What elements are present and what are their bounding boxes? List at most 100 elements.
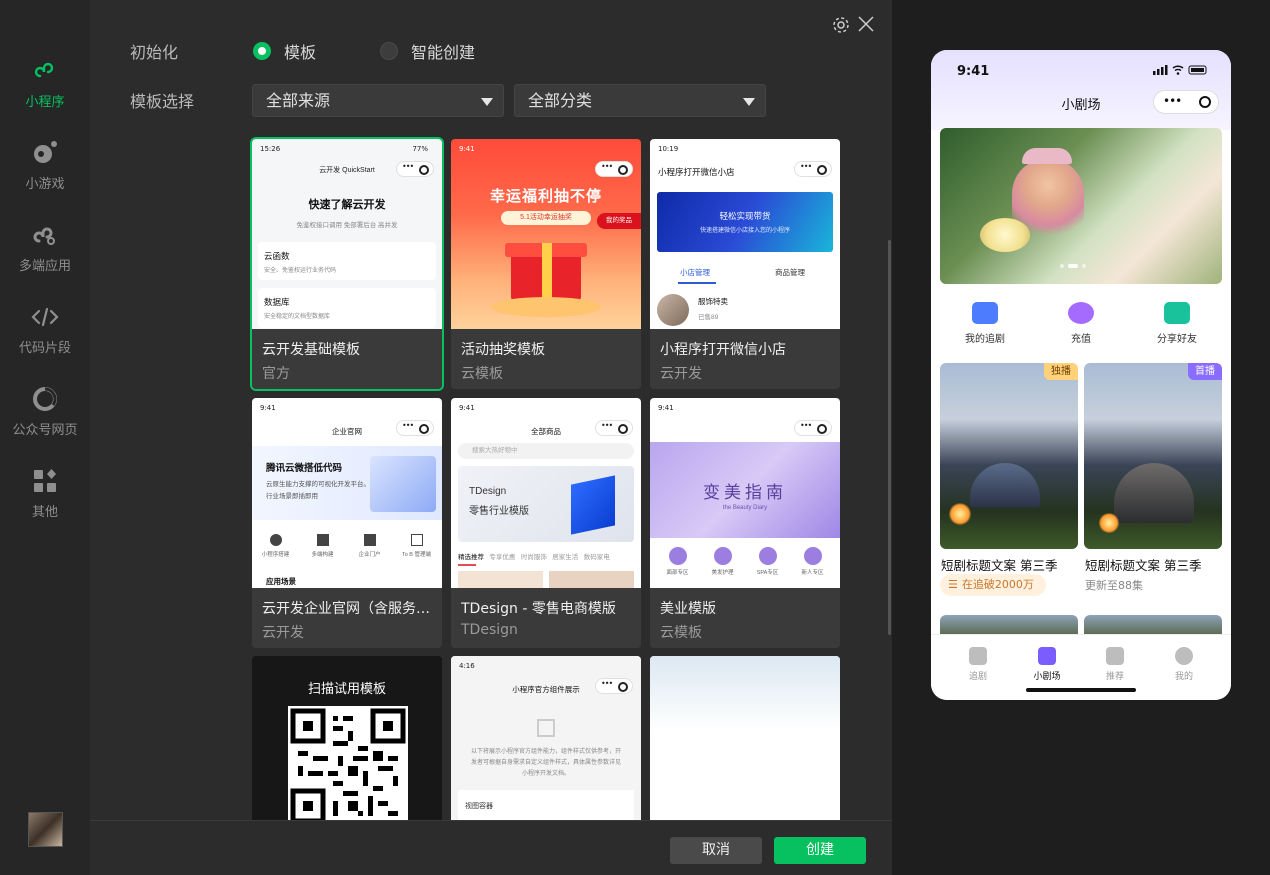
source-select[interactable]: 全部来源 [252,84,504,117]
template-card[interactable]: 9:41 企业官网 腾讯云微搭低代码 云原生能力支撑的可视化开发平台。 行业场景… [252,398,442,648]
avatar[interactable] [28,812,63,847]
radio-smart-create-label: 智能创建 [411,43,476,62]
thumb-text: 云原生能力支撑的可视化开发平台。 [266,481,370,488]
grid-icon [34,469,56,492]
thumb-text: 安全、免鉴权运行业务代码 [264,268,337,274]
quick-label: 我的追剧 [965,334,1005,345]
tab-theater[interactable]: 小剧场 [1022,647,1072,682]
template-scroll-area[interactable]: 初始化 模板 智能创建 模板选择 全部来源 全部分类 15:26 77% 云开发 … [90,40,892,820]
nav-item-miniprogram[interactable]: 小程序 [0,56,90,110]
nav-item-minigame[interactable]: 小游戏 [0,138,90,192]
thumb-text: To B 管理端 [401,552,432,558]
thumb-text: 多端构建 [311,552,334,558]
template-card[interactable]: 15:2677% 云开发 QuickStart 快速了解云开发 免鉴权接口调用 … [252,139,442,389]
template-source: 云开发 [660,366,702,382]
template-source: TDesign [461,622,518,638]
miniprogram-icon [34,62,54,78]
quick-label: 分享好友 [1157,334,1197,345]
drama-card[interactable]: 独播 [940,363,1078,549]
template-thumbnail: 15:2677% 云开发 QuickStart 快速了解云开发 免鉴权接口调用 … [252,139,442,329]
capsule-menu[interactable]: ••• [1153,90,1219,114]
thumb-text: 企业门户 [358,552,381,558]
template-thumbnail: 9:41 企业官网 腾讯云微搭低代码 云原生能力支撑的可视化开发平台。 行业场景… [252,398,442,588]
radio-template-label: 模板 [284,43,317,62]
create-button[interactable]: 创建 [774,837,866,864]
thumb-text: 快速了解云开发 [308,199,386,211]
nav-item-multiplatform[interactable]: 多端应用 [0,220,90,274]
quick-entry-share[interactable]: 分享好友 [1137,302,1217,345]
template-select-label: 模板选择 [130,92,195,111]
template-source: 云开发 [262,625,304,641]
close-icon[interactable] [856,14,876,34]
thumb-text: 商品管理 [775,268,805,277]
template-title: 美业模版 [660,601,716,617]
smile-icon [1175,647,1193,665]
thumb-text: 应用场景 [266,577,296,586]
thumb-text: 小程序打开微信小店 [658,167,735,177]
source-select-value: 全部来源 [266,91,331,110]
status-icons [1153,65,1207,75]
template-card[interactable]: 4:16 小程序官方组件展示 以下将展示小程序官方组件能力，组件样式仅供参考，开… [451,656,641,820]
list-icon: ☰ [948,578,958,591]
template-card[interactable]: 10:19 小程序打开微信小店 轻松实现带货 快速搭建微信小店接入您的小程序 小… [650,139,840,389]
tab-follow[interactable]: 追剧 [953,647,1003,682]
thumb-text: 快速搭建微信小店接入您的小程序 [699,228,790,234]
thumb-text: 已售89 [698,314,719,321]
tab-label: 我的 [1174,672,1193,682]
share-icon [1164,302,1190,324]
nav-label: 小游戏 [25,177,65,192]
radio-template[interactable] [253,42,271,60]
template-card[interactable]: 扫描试用模板 [252,656,442,820]
thumb-text: 视图容器 [465,803,493,810]
status-badge: 首播 [1188,363,1222,380]
template-title: 活动抽奖模板 [461,342,545,358]
template-source: 官方 [262,366,290,382]
caret-down-icon [481,98,493,106]
follow-icon [969,647,987,665]
quick-entry-my-dramas[interactable]: 我的追剧 [945,302,1025,345]
thumb-text: 数据库 [264,297,290,307]
category-select[interactable]: 全部分类 [514,84,766,117]
scrollbar[interactable] [888,240,891,635]
thumb-text: 变美指南 [703,483,787,503]
dialog-footer: 取消 创建 [90,820,892,875]
tab-mine[interactable]: 我的 [1159,647,1209,682]
template-thumbnail: 9:41 幸运福利抽不停 5.1活动幸运抽奖 我的奖品 [451,139,641,329]
thumb-text: 轻松实现带货 [719,211,771,221]
template-card[interactable]: 9:41 幸运福利抽不停 5.1活动幸运抽奖 我的奖品 活动抽奖模板云模板 [451,139,641,389]
thumb-text: 腾讯云微搭低代码 [266,463,343,474]
nav-item-official-account[interactable]: 公众号网页 [0,384,90,438]
template-thumbnail [650,656,840,820]
quick-entry-recharge[interactable]: 充值 [1041,302,1121,345]
nav-label: 多端应用 [18,259,71,274]
template-card[interactable] [650,656,840,820]
nav-item-code-snippet[interactable]: 代码片段 [0,302,90,356]
gear-icon[interactable] [832,16,850,34]
radio-smart-create[interactable] [380,42,398,60]
nav-item-other[interactable]: 其他 [0,466,90,520]
thumb-text: 搜索大热好物中 [458,443,634,459]
code-icon [31,307,59,327]
thumb-text: 新人专区 [801,570,824,576]
hero-banner[interactable] [940,128,1222,284]
template-thumbnail: 10:19 小程序打开微信小店 轻松实现带货 快速搭建微信小店接入您的小程序 小… [650,139,840,329]
template-title: 云开发基础模板 [262,342,360,358]
tab-label: 追剧 [968,672,987,682]
template-card[interactable]: 9:41 全部商品 搜索大热好物中 TDesign 零售行业模版 精选推荐 专享… [451,398,641,648]
template-thumbnail: 9:41 变美指南 the Beauty Diary 面部专区 美发护理 SPA… [650,398,840,588]
drama-card[interactable]: 首播 [1084,363,1222,549]
template-thumbnail: 4:16 小程序官方组件展示 以下将展示小程序官方组件能力，组件样式仅供参考，开… [451,656,641,820]
nav-label: 小程序 [25,95,65,110]
template-title: 云开发企业官网（含服务… [262,601,430,617]
multiplatform-icon [33,227,55,245]
qr-code [288,706,408,820]
thumb-text: SPA专区 [756,570,779,576]
template-card[interactable]: 9:41 变美指南 the Beauty Diary 面部专区 美发护理 SPA… [650,398,840,648]
thumb-text: TDesign [469,486,507,497]
category-select-value: 全部分类 [528,91,593,110]
template-thumbnail: 扫描试用模板 [252,656,442,820]
tab-recommend[interactable]: 推荐 [1090,647,1140,682]
cancel-button[interactable]: 取消 [670,837,762,864]
drama-title: 短剧标题文案 第三季 [1085,558,1202,573]
thumb-text: 安全稳定的文档型数据库 [264,314,331,320]
